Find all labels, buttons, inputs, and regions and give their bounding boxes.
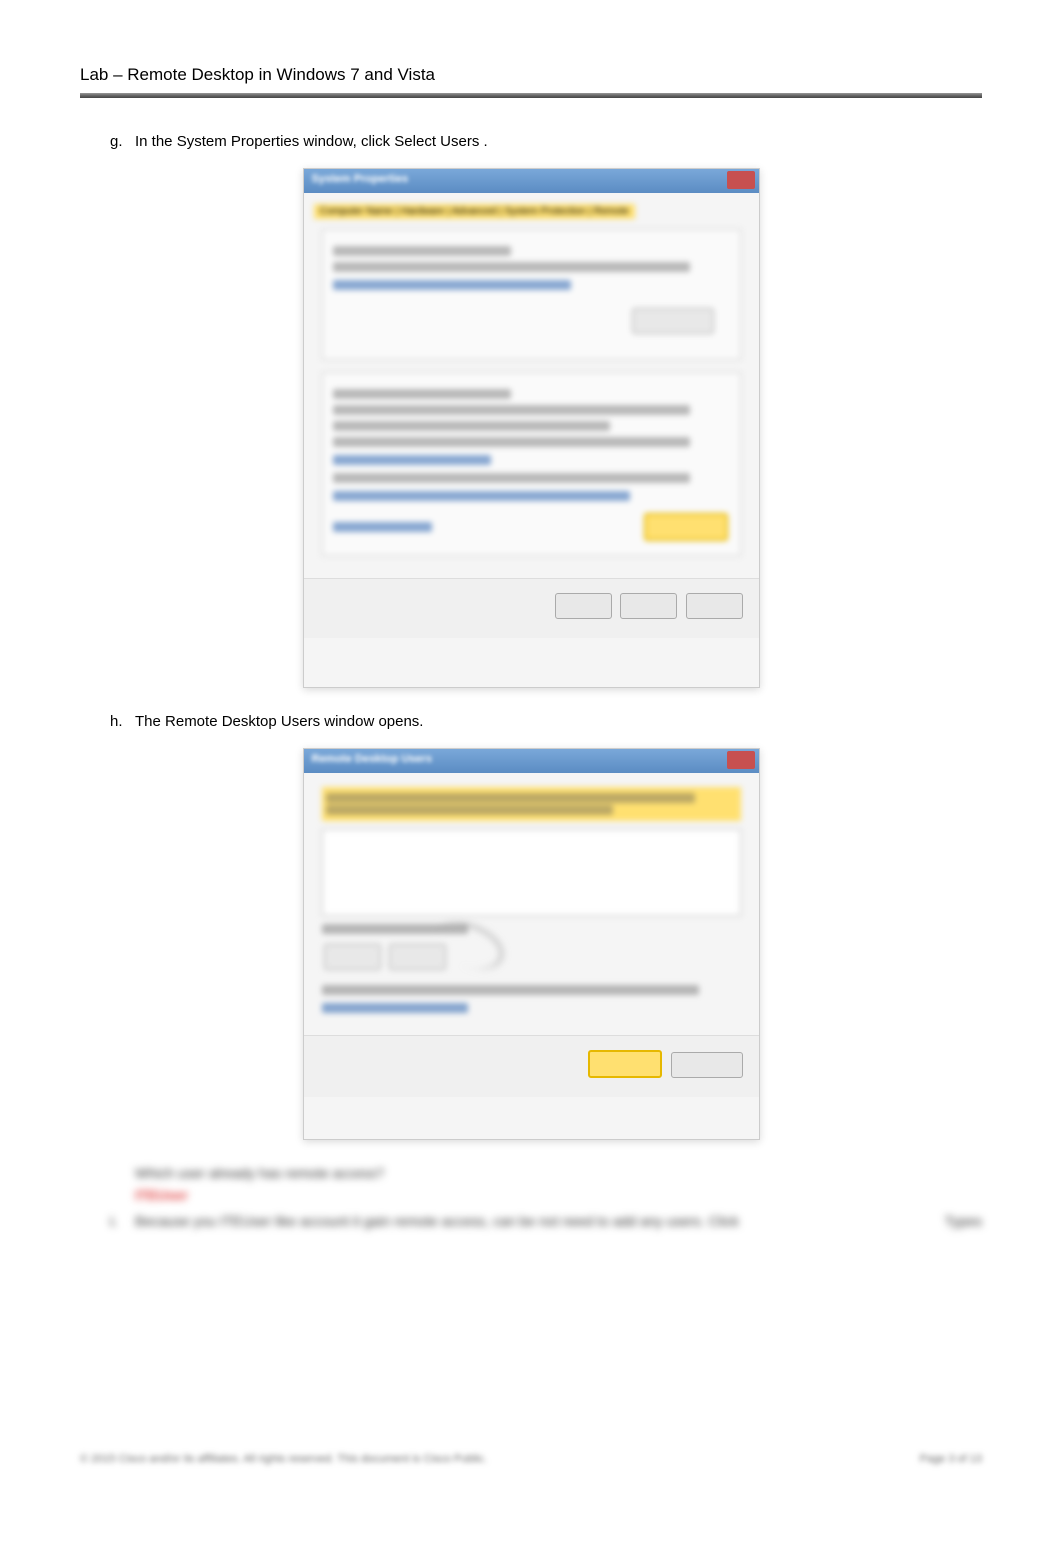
step-g-letter: g. <box>110 133 135 150</box>
ok-button-1[interactable] <box>555 593 612 619</box>
step-h-text: The Remote Desktop Users window opens. <box>135 713 982 730</box>
select-users-button[interactable] <box>644 513 728 541</box>
step-i-trailing: Types <box>945 1213 982 1229</box>
rdu-desc-2 <box>326 805 614 815</box>
close-icon-2[interactable] <box>727 751 755 769</box>
rd-opt3-link <box>333 491 631 501</box>
user-accounts-link[interactable] <box>322 1003 469 1013</box>
titlebar-1: System Properties <box>304 169 759 193</box>
add-button[interactable] <box>324 944 381 970</box>
answer-text: ITEUser <box>135 1187 982 1203</box>
system-properties-window: System Properties Computer Name | Hardwa… <box>303 168 760 688</box>
page-header-title: Lab – Remote Desktop in Windows 7 and Vi… <box>80 65 982 93</box>
step-h-suffix: window opens. <box>324 713 423 730</box>
users-listbox[interactable] <box>322 829 741 916</box>
rdu-desc-highlight <box>322 787 741 821</box>
tabs-row: Computer Name | Hardware | Advanced | Sy… <box>304 193 759 219</box>
rd-desc <box>333 405 690 415</box>
rd-title <box>333 389 512 399</box>
cancel-button-2[interactable] <box>671 1052 743 1078</box>
remote-assistance-section <box>322 229 741 360</box>
step-g: g. In the System Properties window, clic… <box>110 133 982 150</box>
page-footer: © 2015 Cisco and/or its affiliates. All … <box>80 1453 982 1465</box>
rd-opt3 <box>333 473 690 483</box>
screenshot-2-container: Remote Desktop Users <box>80 748 982 1140</box>
footer-page-number: Page 3 of 13 <box>920 1453 982 1465</box>
step-h-prefix: The <box>135 713 165 730</box>
rd-opt2-link <box>333 455 492 465</box>
step-i-text: Because you ITEUser like account it gain… <box>135 1213 925 1229</box>
remote-desktop-users-window: Remote Desktop Users <box>303 748 760 1140</box>
document-page: Lab – Remote Desktop in Windows 7 and Vi… <box>0 0 1062 1525</box>
content-area-1 <box>304 219 759 578</box>
ra-link[interactable] <box>333 280 571 290</box>
ra-title <box>333 246 512 256</box>
step-g-text: In the System Properties window, click S… <box>135 133 982 150</box>
footer-copyright: © 2015 Cisco and/or its affiliates. All … <box>80 1453 487 1465</box>
question-block: Which user already has remote access? IT… <box>135 1165 982 1203</box>
titlebar-2: Remote Desktop Users <box>304 749 759 773</box>
step-g-mid: window, click <box>303 133 394 150</box>
titlebar-1-text: System Properties <box>312 173 409 185</box>
rd-opt2 <box>333 437 690 447</box>
rdu-note2-1 <box>322 985 699 995</box>
step-h-letter: h. <box>110 713 135 730</box>
ok-button-2[interactable] <box>588 1050 662 1078</box>
step-h-bold1: Remote Desktop <box>165 713 277 730</box>
rd-opt1 <box>333 421 611 431</box>
titlebar-2-text: Remote Desktop Users <box>312 753 432 765</box>
tab-remote[interactable]: Computer Name | Hardware | Advanced | Sy… <box>314 204 635 219</box>
step-g-prefix: In the <box>135 133 177 150</box>
step-h: h. The Remote Desktop Users window opens… <box>110 713 982 730</box>
screenshot-1-container: System Properties Computer Name | Hardwa… <box>80 168 982 688</box>
header-divider <box>80 93 982 98</box>
remote-desktop-section <box>322 372 741 556</box>
step-i: i. Because you ITEUser like account it g… <box>110 1213 982 1229</box>
step-i-letter: i. <box>110 1213 135 1229</box>
question-text: Which user already has remote access? <box>135 1165 982 1181</box>
bottom-buttons-2 <box>304 1035 759 1097</box>
rdu-desc-1 <box>326 793 696 803</box>
ra-checkbox <box>333 262 690 272</box>
content-area-2 <box>304 773 759 1035</box>
advanced-button[interactable] <box>632 308 714 334</box>
close-icon[interactable] <box>727 171 755 189</box>
step-g-bold1: System Properties <box>177 133 300 150</box>
step-g-suffix: . <box>484 133 488 150</box>
apply-button-1[interactable] <box>686 593 743 619</box>
cancel-button-1[interactable] <box>620 593 677 619</box>
step-g-bold2: Select Users <box>394 133 479 150</box>
bottom-buttons-1 <box>304 578 759 638</box>
step-h-bold2: Users <box>281 713 320 730</box>
help-choose-link[interactable] <box>333 522 432 532</box>
